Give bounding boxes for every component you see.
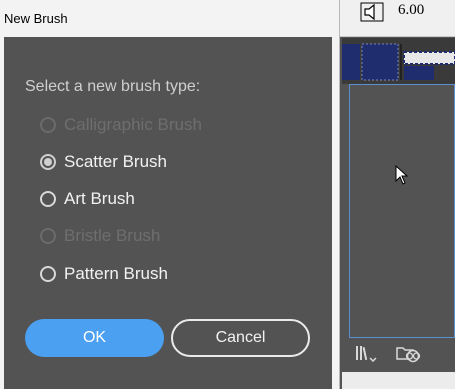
radio-button[interactable] (40, 266, 56, 282)
volume-value: 6.00 (398, 2, 425, 18)
radio-pattern-brush[interactable]: Pattern Brush (40, 263, 168, 285)
cancel-button[interactable]: Cancel (171, 319, 310, 357)
brush-library-panel[interactable] (349, 84, 455, 338)
creative-cloud-icon[interactable] (395, 342, 423, 364)
mouse-pointer-icon (395, 165, 409, 185)
radio-label: Calligraphic Brush (64, 115, 202, 134)
radio-art-brush[interactable]: Art Brush (40, 188, 135, 210)
radio-label[interactable]: Pattern Brush (64, 264, 168, 284)
pattern-swatch-preview (342, 38, 455, 84)
radio-button (40, 117, 56, 133)
brush-type-prompt: Select a new brush type: (25, 78, 201, 95)
radio-label: Bristle Brush (64, 226, 161, 245)
radio-scatter-brush[interactable]: Scatter Brush (40, 151, 167, 173)
radio-label[interactable]: Scatter Brush (64, 152, 167, 172)
libraries-icon[interactable] (355, 344, 377, 362)
radio-button[interactable] (40, 154, 56, 170)
speaker-icon[interactable] (360, 1, 384, 23)
ok-button[interactable]: OK (25, 319, 164, 357)
dialog-titlebar[interactable]: New Brush (0, 0, 338, 37)
dialog-body: Select a new brush type: Calligraphic Br… (4, 37, 332, 389)
volume-toolbar (338, 0, 455, 37)
radio-button[interactable] (40, 191, 56, 207)
brush-swatch-strip[interactable] (342, 38, 455, 84)
radio-calligraphic-brush: Calligraphic Brush (40, 114, 202, 136)
radio-label[interactable]: Art Brush (64, 189, 135, 209)
radio-button (40, 228, 56, 244)
radio-bristle-brush: Bristle Brush (40, 225, 160, 247)
dialog-title: New Brush (4, 11, 68, 26)
window-bottom-edge (342, 372, 455, 389)
new-brush-dialog: New Brush Select a new brush type: Calli… (0, 0, 340, 389)
